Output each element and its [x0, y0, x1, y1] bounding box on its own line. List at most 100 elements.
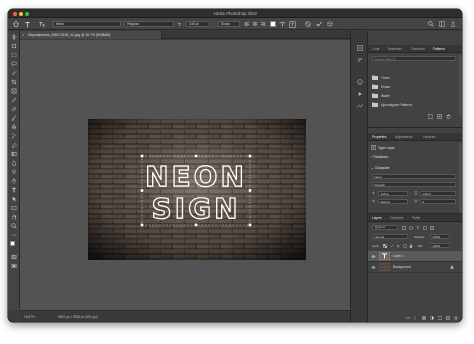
character-kerning-select[interactable]: Metrics	[378, 199, 408, 204]
commit-edit-icon[interactable]	[316, 21, 322, 27]
hand-tool-icon[interactable]	[10, 213, 18, 220]
tab-properties[interactable]: Properties	[372, 133, 387, 141]
font-size-select[interactable]: 145 pt	[186, 21, 210, 27]
close-document-icon[interactable]: ×	[22, 31, 24, 39]
quick-mask-icon[interactable]	[10, 253, 18, 260]
character-tracking-input[interactable]: 0	[420, 199, 456, 204]
tab-layers[interactable]: Layers	[372, 214, 382, 222]
path-selection-tool-icon[interactable]	[10, 195, 18, 202]
lock-transparent-pixels-icon[interactable]	[383, 244, 387, 248]
eraser-tool-icon[interactable]	[10, 141, 18, 148]
rectangle-tool-icon[interactable]	[10, 204, 18, 211]
lock-position-icon[interactable]	[396, 244, 400, 248]
shape-filter-icon[interactable]	[423, 226, 427, 230]
font-family-select[interactable]: Neon	[53, 21, 121, 27]
visibility-eye-icon[interactable]	[371, 265, 376, 270]
lock-image-pixels-icon[interactable]	[390, 244, 394, 248]
info-panel-icon[interactable]	[357, 79, 363, 85]
adjustment-filter-icon[interactable]	[409, 226, 413, 230]
character-panel-icon[interactable]	[289, 20, 296, 28]
tab-swatches[interactable]: Swatches	[388, 45, 402, 53]
new-layer-icon[interactable]	[446, 316, 450, 320]
document-canvas[interactable]: NEON SIGN	[88, 119, 306, 260]
frame-tool-icon[interactable]	[10, 87, 18, 94]
blur-tool-icon[interactable]	[10, 159, 18, 166]
type-tool-icon[interactable]	[24, 21, 31, 27]
brush-settings-panel-icon[interactable]	[357, 57, 363, 63]
tab-patterns[interactable]: Patterns	[433, 45, 445, 53]
clone-stamp-tool-icon[interactable]	[10, 123, 18, 130]
marquee-tool-icon[interactable]	[10, 51, 18, 58]
smart-object-filter-icon[interactable]	[430, 226, 434, 230]
workspace-icon[interactable]	[439, 21, 445, 27]
character-leading-input[interactable]: 133 pt	[420, 191, 456, 196]
character-font-style-select[interactable]: Regular	[372, 182, 456, 187]
align-left-icon[interactable]	[244, 21, 250, 27]
visibility-eye-icon[interactable]	[371, 254, 376, 259]
font-style-select[interactable]: Regular	[124, 21, 174, 27]
canvas-area[interactable]: NEON SIGN	[20, 40, 350, 310]
new-group-icon[interactable]	[438, 316, 442, 320]
cancel-edit-icon[interactable]	[305, 21, 311, 27]
layer-filter-select[interactable]: Kind	[372, 225, 398, 230]
pattern-folder-trees[interactable]: Trees	[372, 74, 390, 81]
foreground-color-swatch[interactable]	[10, 241, 15, 246]
opacity-input[interactable]: 100%	[430, 234, 450, 239]
quick-selection-tool-icon[interactable]	[10, 69, 18, 76]
tab-adjustments[interactable]: Adjustments	[395, 133, 413, 141]
new-group-icon[interactable]	[428, 114, 433, 119]
patterns-search-input[interactable]: Search Patterns	[372, 56, 456, 61]
document-tab[interactable]: × Depositphotos_306174182_XL.jpg @ 16.7%…	[20, 31, 162, 39]
zoom-tool-icon[interactable]	[10, 222, 18, 229]
screen-mode-icon[interactable]	[10, 262, 18, 269]
align-center-icon[interactable]	[252, 21, 258, 27]
trash-icon[interactable]	[454, 316, 458, 320]
tab-paths[interactable]: Paths	[412, 214, 420, 222]
color-swatches[interactable]	[10, 241, 18, 250]
edit-toolbar-icon[interactable]	[10, 231, 18, 238]
type-filter-icon[interactable]	[416, 226, 420, 230]
add-icon[interactable]	[437, 114, 442, 119]
history-brush-tool-icon[interactable]	[10, 132, 18, 139]
trash-icon[interactable]	[446, 114, 451, 119]
patterns-scrollbar[interactable]	[459, 55, 462, 115]
dodge-tool-icon[interactable]	[10, 168, 18, 175]
gradient-tool-icon[interactable]	[10, 150, 18, 157]
actions-panel-icon[interactable]	[357, 91, 363, 97]
eyedropper-tool-icon[interactable]	[10, 96, 18, 103]
pattern-folder-water[interactable]: Water	[372, 92, 390, 99]
fill-input[interactable]: 100%	[430, 243, 450, 248]
transform-section[interactable]: › Transform	[371, 155, 388, 159]
home-icon[interactable]	[13, 21, 19, 27]
pattern-folder-grass[interactable]: Grass	[372, 83, 390, 90]
text-orientation-icon[interactable]	[38, 21, 45, 27]
text-color-swatch[interactable]	[270, 21, 276, 27]
layer-style-icon[interactable]: f	[414, 316, 418, 320]
type-tool-icon-active[interactable]	[10, 186, 18, 193]
pen-tool-icon[interactable]	[10, 177, 18, 184]
align-right-icon[interactable]	[260, 21, 266, 27]
anti-alias-select[interactable]: Sharp	[218, 21, 240, 27]
adjustment-layer-icon[interactable]	[430, 316, 434, 320]
link-layers-icon[interactable]	[406, 316, 410, 320]
lock-all-icon[interactable]	[409, 244, 413, 248]
lasso-tool-icon[interactable]	[10, 60, 18, 67]
add-mask-icon[interactable]	[422, 316, 426, 320]
search-icon[interactable]	[428, 21, 434, 27]
pattern-folder-apocalypse[interactable]: Apocalypse Patterns	[372, 101, 412, 108]
history-panel-icon[interactable]	[357, 45, 363, 51]
artboard-tool-icon[interactable]	[10, 42, 18, 49]
pixel-filter-icon[interactable]	[402, 226, 406, 230]
brush-tool-icon[interactable]	[10, 114, 18, 121]
share-icon[interactable]	[450, 21, 456, 27]
character-section[interactable]: ⌄ Character	[371, 166, 390, 170]
layer-row-background[interactable]: Background	[368, 262, 462, 273]
tab-gradients[interactable]: Gradients	[411, 45, 425, 53]
lock-artboard-icon[interactable]	[403, 244, 407, 248]
patterns-search[interactable]: Search Patterns	[372, 56, 456, 62]
3d-icon[interactable]	[327, 21, 333, 27]
layer-row-layer-1[interactable]: Layer 1	[368, 251, 462, 262]
properties-scrollbar[interactable]	[459, 143, 462, 213]
paths-panel-icon[interactable]	[357, 103, 363, 109]
tab-color[interactable]: Color	[372, 45, 380, 53]
